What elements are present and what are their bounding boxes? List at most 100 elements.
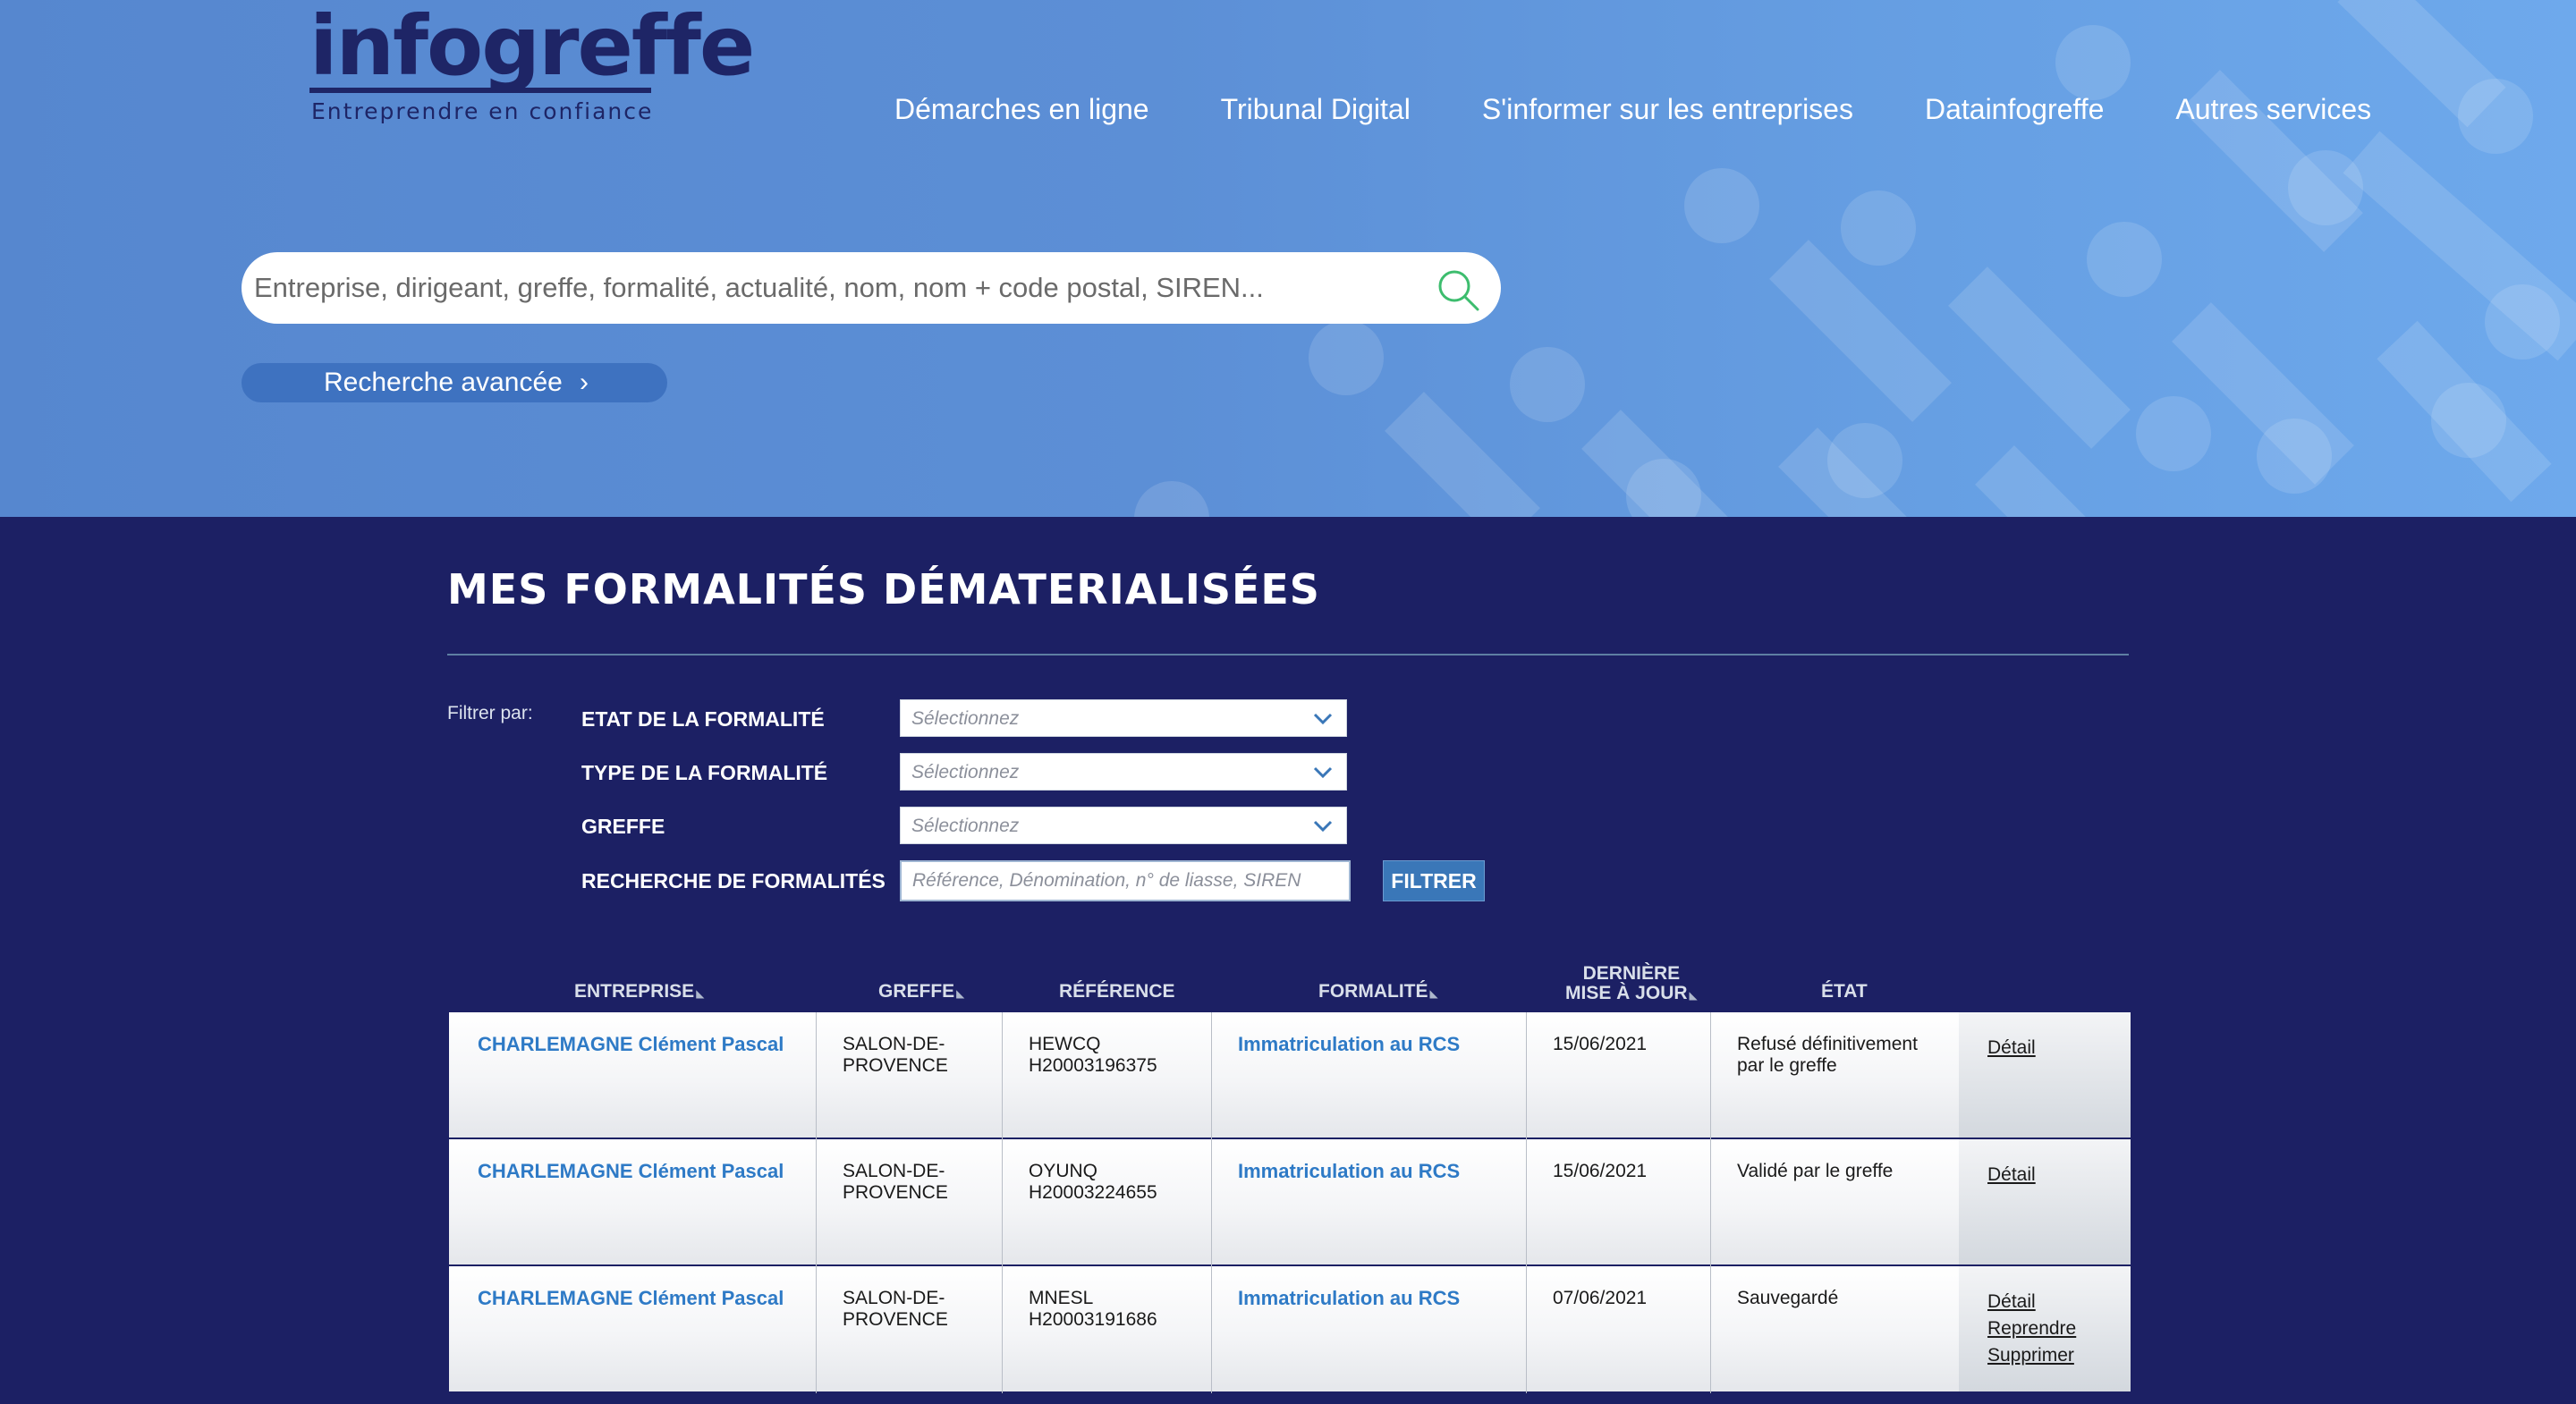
reference-code: MNESL (1029, 1288, 1094, 1308)
chevron-right-icon: › (580, 368, 589, 397)
greffe-line-1: SALON-DE- (843, 1161, 945, 1181)
greffe-cell: SALON-DE- PROVENCE (843, 1034, 986, 1077)
column-divider (1002, 1139, 1003, 1266)
reference-code: OYUNQ (1029, 1161, 1098, 1181)
greffe-line-1: SALON-DE- (843, 1034, 945, 1054)
nav-datainfogreffe[interactable]: Datainfogreffe (1925, 93, 2104, 126)
filter-button[interactable]: FILTRER (1383, 860, 1485, 901)
column-divider (1211, 1012, 1212, 1139)
filter-state-placeholder: Sélectionnez (911, 708, 1020, 729)
formality-link[interactable]: Immatriculation au RCS (1238, 1288, 1460, 1309)
formalities-table: CHARLEMAGNE Clément Pascal SALON-DE- PRO… (449, 1012, 2131, 1393)
search-icon[interactable] (1433, 265, 1483, 315)
reference-cell: HEWCQ H20003196375 (1029, 1034, 1208, 1077)
formality-link[interactable]: Immatriculation au RCS (1238, 1034, 1460, 1055)
nav-demarches-en-ligne[interactable]: Démarches en ligne (894, 93, 1149, 126)
detail-link[interactable]: Détail (1987, 1291, 2036, 1313)
column-header-date-line1: DERNIÈRE (1582, 963, 1681, 984)
detail-link[interactable]: Détail (1987, 1164, 2036, 1186)
nav-sinformer-entreprises[interactable]: S'informer sur les entreprises (1482, 93, 1853, 126)
hero-banner: infogreffe Entreprendre en confiance Dém… (0, 0, 2576, 517)
greffe-line-1: SALON-DE- (843, 1288, 945, 1308)
filter-by-label: Filtrer par: (447, 703, 533, 723)
column-divider (816, 1012, 817, 1139)
advanced-search-label: Recherche avancée (324, 368, 563, 397)
logo-tagline: Entreprendre en confiance (311, 98, 654, 124)
column-divider (1710, 1012, 1711, 1139)
reference-code: HEWCQ (1029, 1034, 1101, 1054)
sort-icon: ◣ (1689, 989, 1698, 1002)
column-divider (1710, 1139, 1711, 1266)
column-divider (1526, 1139, 1527, 1266)
nav-tribunal-digital[interactable]: Tribunal Digital (1221, 93, 1411, 126)
sort-icon: ◣ (956, 987, 965, 1000)
company-link[interactable]: CHARLEMAGNE Clément Pascal (478, 1161, 784, 1182)
greffe-line-2: PROVENCE (843, 1182, 948, 1203)
status-line-1: Refusé définitivement (1737, 1034, 1918, 1054)
formality-link[interactable]: Immatriculation au RCS (1238, 1161, 1460, 1182)
nav-autres-services[interactable]: Autres services (2175, 93, 2371, 126)
status-line-2: par le greffe (1737, 1055, 1837, 1076)
page-title: MES FORMALITÉS DÉMATERIALISÉES (447, 565, 1320, 613)
company-link[interactable]: CHARLEMAGNE Clément Pascal (478, 1034, 784, 1055)
last-update-date: 07/06/2021 (1553, 1288, 1648, 1308)
filter-type-placeholder: Sélectionnez (911, 762, 1020, 782)
resume-link[interactable]: Reprendre (1987, 1318, 2076, 1340)
filter-type-select[interactable]: Sélectionnez (900, 753, 1347, 791)
actions-cell: Détail (1959, 1139, 2131, 1264)
column-header-formalite[interactable]: FORMALITÉ ◣ (1318, 982, 1438, 1003)
column-header-formalite-label: FORMALITÉ (1318, 981, 1428, 1002)
column-header-reference: RÉFÉRENCE (1059, 982, 1175, 1002)
sort-icon: ◣ (1429, 987, 1438, 1000)
actions-cell: Détail Reprendre Supprimer (1959, 1266, 2131, 1391)
formality-search-input[interactable] (900, 860, 1351, 901)
filter-state-select[interactable]: Sélectionnez (900, 699, 1347, 737)
column-divider (1002, 1266, 1003, 1393)
company-link[interactable]: CHARLEMAGNE Clément Pascal (478, 1288, 784, 1309)
table-row: CHARLEMAGNE Clément Pascal SALON-DE- PRO… (449, 1012, 2131, 1139)
column-header-greffe-label: GREFFE (878, 981, 955, 1002)
column-divider (816, 1266, 817, 1393)
greffe-line-2: PROVENCE (843, 1309, 948, 1330)
filter-greffe-label: GREFFE (581, 815, 665, 838)
chevron-down-icon (1313, 820, 1333, 833)
detail-link[interactable]: Détail (1987, 1037, 2036, 1059)
table-row: CHARLEMAGNE Clément Pascal SALON-DE- PRO… (449, 1266, 2131, 1393)
search-bar (242, 252, 1501, 324)
column-header-etat: ÉTAT (1821, 982, 1868, 1002)
reference-cell: MNESL H20003191686 (1029, 1288, 1208, 1331)
column-header-date[interactable]: DERNIÈRE MISE À JOUR ◣ (1565, 964, 1698, 1005)
column-divider (1211, 1266, 1212, 1393)
column-header-etat-label: ÉTAT (1821, 981, 1868, 1002)
advanced-search-button[interactable]: Recherche avancée › (242, 363, 667, 402)
column-divider (1526, 1012, 1527, 1139)
column-divider (1526, 1266, 1527, 1393)
filter-greffe-placeholder: Sélectionnez (911, 816, 1020, 836)
logo-wordmark: infogreffe (309, 0, 755, 94)
reference-number: H20003224655 (1029, 1182, 1157, 1203)
column-header-entreprise[interactable]: ENTREPRISE ◣ (574, 982, 704, 1003)
reference-number: H20003191686 (1029, 1309, 1157, 1330)
search-input[interactable] (254, 261, 1417, 315)
last-update-date: 15/06/2021 (1553, 1034, 1648, 1054)
main-navigation: Démarches en ligne Tribunal Digital S'in… (894, 93, 2443, 126)
table-row: CHARLEMAGNE Clément Pascal SALON-DE- PRO… (449, 1139, 2131, 1266)
delete-link[interactable]: Supprimer (1987, 1345, 2074, 1366)
column-divider (816, 1139, 817, 1266)
status-cell: Refusé définitivement par le greffe (1737, 1034, 1961, 1077)
column-header-reference-label: RÉFÉRENCE (1059, 981, 1175, 1002)
greffe-cell: SALON-DE- PROVENCE (843, 1161, 986, 1204)
status-cell: Validé par le greffe (1737, 1161, 1961, 1182)
column-header-greffe[interactable]: GREFFE ◣ (878, 982, 964, 1003)
title-divider (447, 654, 2129, 655)
infogreffe-logo[interactable]: infogreffe Entreprendre en confiance (309, 0, 755, 124)
reference-cell: OYUNQ H20003224655 (1029, 1161, 1208, 1204)
last-update-date: 15/06/2021 (1553, 1161, 1648, 1181)
greffe-line-2: PROVENCE (843, 1055, 948, 1076)
column-divider (1211, 1139, 1212, 1266)
filter-greffe-select[interactable]: Sélectionnez (900, 807, 1347, 844)
chevron-down-icon (1313, 713, 1333, 725)
reference-number: H20003196375 (1029, 1055, 1157, 1076)
column-divider (1710, 1266, 1711, 1393)
column-header-entreprise-label: ENTREPRISE (574, 981, 695, 1002)
